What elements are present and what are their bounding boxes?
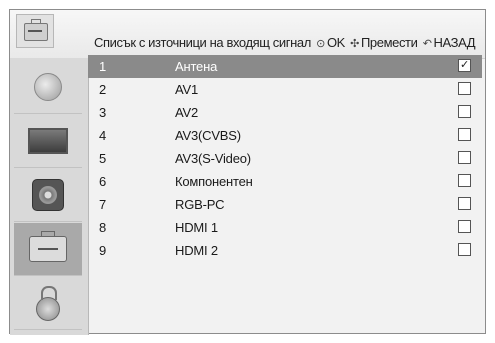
source-number: 2 (99, 82, 107, 97)
source-list: 1 Антена ✓ 2 AV1 3 AV2 4 AV3(CVBS) 5 AV3… (88, 55, 482, 262)
source-checkbox[interactable] (458, 243, 471, 256)
source-name: AV3(S-Video) (175, 151, 251, 166)
source-row-3[interactable]: 3 AV2 (88, 101, 482, 124)
move-arrows-icon: ✣ (350, 38, 359, 50)
menu-header: Списък с източници на входящ сигнал ⊙ OK … (10, 10, 485, 59)
source-row-6[interactable]: 6 Компонентен (88, 170, 482, 193)
source-checkbox[interactable] (458, 82, 471, 95)
back-hint-label: НАЗАД (433, 35, 476, 50)
source-row-7[interactable]: 7 RGB-PC (88, 193, 482, 216)
sidebar-item-picture[interactable] (14, 115, 82, 168)
source-number: 9 (99, 243, 107, 258)
source-number: 4 (99, 128, 107, 143)
source-checkbox[interactable] (458, 220, 471, 233)
lock-icon (36, 286, 60, 321)
source-checkbox[interactable] (458, 174, 471, 187)
sidebar-menu (10, 58, 89, 335)
source-name: AV3(CVBS) (175, 128, 241, 143)
sidebar-item-settings[interactable] (14, 223, 82, 276)
source-name: RGB-PC (175, 197, 225, 212)
source-checkbox[interactable] (458, 128, 471, 141)
source-name: Антена (175, 59, 218, 74)
source-number: 3 (99, 105, 107, 120)
source-number: 1 (99, 59, 107, 74)
source-row-2[interactable]: 2 AV1 (88, 78, 482, 101)
source-checkbox[interactable]: ✓ (458, 59, 471, 72)
header-hint-bar: Списък с източници на входящ сигнал ⊙ OK … (94, 35, 476, 50)
source-name: HDMI 1 (175, 220, 218, 235)
source-checkbox[interactable] (458, 197, 471, 210)
source-name: AV2 (175, 105, 199, 120)
source-checkbox[interactable] (458, 105, 471, 118)
source-row-9[interactable]: 9 HDMI 2 (88, 239, 482, 262)
satellite-dish-icon (34, 73, 62, 101)
page-title: Списък с източници на входящ сигнал (94, 35, 311, 50)
source-name: AV1 (175, 82, 199, 97)
ok-hint-label: OK (326, 35, 345, 50)
source-name: Компонентен (175, 174, 253, 189)
source-number: 8 (99, 220, 107, 235)
move-hint-label: Премести (360, 35, 418, 50)
source-number: 7 (99, 197, 107, 212)
source-row-5[interactable]: 5 AV3(S-Video) (88, 147, 482, 170)
toolbox-icon (16, 14, 54, 48)
source-row-4[interactable]: 4 AV3(CVBS) (88, 124, 482, 147)
sidebar-item-lock[interactable] (14, 277, 82, 330)
tv-icon (28, 128, 68, 154)
source-checkbox[interactable] (458, 151, 471, 164)
source-number: 6 (99, 174, 107, 189)
sidebar-item-sound[interactable] (14, 169, 82, 222)
toolbox-icon (29, 231, 67, 262)
source-number: 5 (99, 151, 107, 166)
speaker-icon (32, 179, 64, 211)
source-row-1[interactable]: 1 Антена ✓ (88, 55, 482, 78)
source-name: HDMI 2 (175, 243, 218, 258)
back-icon: ↶ (422, 38, 432, 50)
ok-icon: ⊙ (316, 38, 325, 50)
sidebar-item-channels[interactable] (14, 61, 82, 114)
source-row-8[interactable]: 8 HDMI 1 (88, 216, 482, 239)
